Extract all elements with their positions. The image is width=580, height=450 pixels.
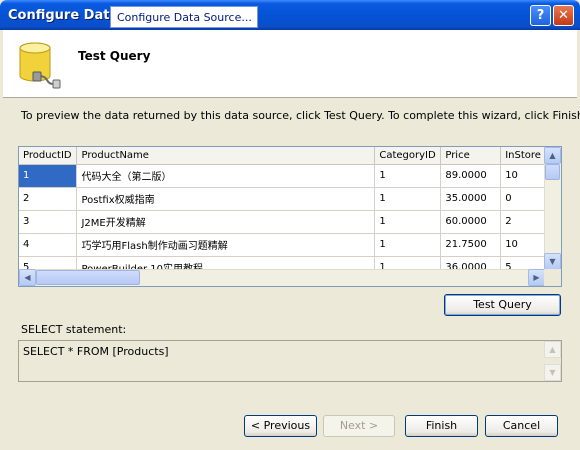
table-cell[interactable]: 89.0000	[440, 164, 502, 188]
table-cell[interactable]: 1	[374, 164, 442, 188]
table-row[interactable]: 3 J2ME开发精解 1 60.0000 2	[19, 210, 561, 234]
table-row[interactable]: 1 代码大全（第二版） 1 89.0000 10	[19, 164, 561, 188]
scroll-corner	[544, 269, 561, 286]
results-grid[interactable]: ProductID ProductName CategoryID Price InSto…	[18, 146, 562, 287]
select-scroll-up-icon: ▲	[544, 341, 561, 358]
help-icon: ?	[536, 8, 545, 23]
database-icon	[19, 42, 61, 89]
table-cell[interactable]: 1	[19, 164, 78, 188]
table-cell[interactable]: 35.0000	[440, 187, 502, 211]
title-bar: Configure Data S ? ✕	[0, 0, 580, 30]
table-cell[interactable]: 巧学巧用Flash制作动画习题精解	[76, 233, 376, 257]
table-cell[interactable]: 1	[374, 187, 442, 211]
description-text: To preview the data returned by this dat…	[21, 109, 580, 122]
column-header[interactable]: ProductID	[19, 147, 78, 165]
finish-button[interactable]: Finish	[405, 415, 478, 437]
previous-button[interactable]: < Previous	[244, 415, 317, 437]
select-scroll-down-icon: ▼	[544, 364, 561, 381]
wizard-header: Test Query	[3, 30, 577, 98]
select-statement-label: SELECT statement:	[21, 323, 127, 336]
tooltip: Configure Data Source...	[110, 6, 258, 28]
scroll-up-icon[interactable]: ▲	[544, 147, 561, 164]
help-button[interactable]: ?	[530, 5, 551, 26]
table-cell[interactable]: 4	[19, 233, 78, 257]
select-statement-scrollbar: ▲ ▼	[544, 341, 561, 381]
table-row[interactable]: 2 Postfix权威指南 1 35.0000 0	[19, 187, 561, 211]
table-cell[interactable]: 3	[19, 210, 78, 234]
scroll-down-icon[interactable]: ▼	[544, 253, 561, 270]
vertical-scroll-thumb[interactable]	[545, 164, 560, 180]
column-header[interactable]: CategoryID	[374, 147, 442, 165]
close-button[interactable]: ✕	[553, 5, 574, 26]
table-cell[interactable]: 1	[374, 233, 442, 257]
select-statement-box[interactable]: SELECT * FROM [Products] ▲ ▼	[18, 340, 562, 382]
scroll-left-icon[interactable]: ◀	[19, 269, 36, 286]
cancel-button[interactable]: Cancel	[485, 415, 558, 437]
grid-horizontal-scrollbar[interactable]: ◀ ▶	[19, 269, 545, 286]
column-header[interactable]: Price	[440, 147, 502, 165]
test-query-button[interactable]: Test Query	[444, 294, 561, 316]
scroll-right-icon[interactable]: ▶	[528, 269, 545, 286]
column-header[interactable]: ProductName	[76, 147, 376, 165]
results-table: ProductID ProductName CategoryID Price InSto…	[19, 147, 561, 280]
table-cell[interactable]: Postfix权威指南	[76, 187, 376, 211]
table-cell[interactable]: 2	[19, 187, 78, 211]
table-cell[interactable]: 代码大全（第二版）	[76, 164, 376, 188]
table-cell[interactable]: 1	[374, 210, 442, 234]
horizontal-scroll-thumb[interactable]	[36, 270, 140, 285]
close-icon: ✕	[558, 8, 569, 23]
table-cell[interactable]: J2ME开发精解	[76, 210, 376, 234]
table-row[interactable]: 4 巧学巧用Flash制作动画习题精解 1 21.7500 10	[19, 233, 561, 257]
table-cell[interactable]: 60.0000	[440, 210, 502, 234]
next-button[interactable]: Next >	[323, 415, 395, 437]
select-statement-text: SELECT * FROM [Products]	[23, 345, 169, 358]
table-cell[interactable]: 21.7500	[440, 233, 502, 257]
grid-vertical-scrollbar[interactable]: ▲ ▼	[544, 147, 561, 270]
page-title: Test Query	[78, 49, 151, 63]
